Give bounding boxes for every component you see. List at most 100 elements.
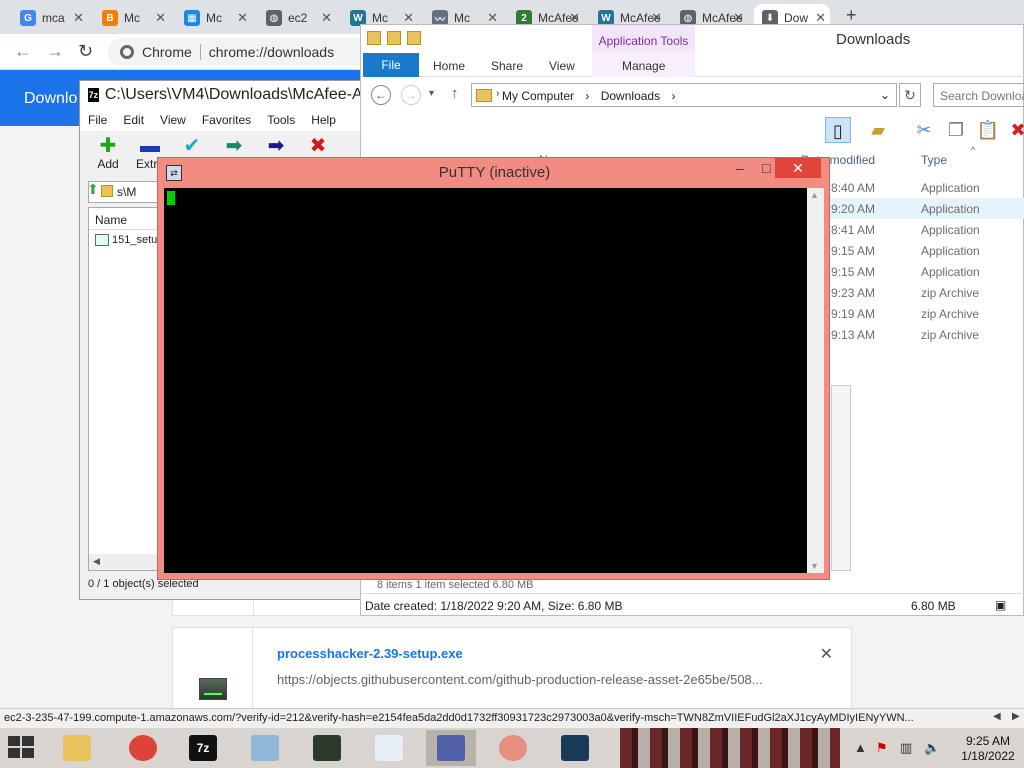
network-icon[interactable]: ▥: [900, 740, 912, 756]
add-button[interactable]: ✚ Add: [88, 135, 128, 171]
delete-icon: ✖: [309, 135, 327, 157]
up-folder-icon[interactable]: ⬆: [87, 181, 99, 198]
7zip-titlebar[interactable]: 7z C:\Users\VM4\Downloads\McAfee-Ar: [80, 81, 368, 109]
up-arrow-icon[interactable]: ↑: [451, 85, 459, 102]
chrome-tab-label: mca: [42, 11, 65, 25]
putty-terminal[interactable]: [164, 188, 807, 573]
chrome-tab[interactable]: ▦ Mc ✕: [176, 4, 252, 32]
taskbar-chrome[interactable]: [118, 730, 168, 766]
details-view-icon[interactable]: ▣: [995, 598, 1006, 612]
maximize-icon[interactable]: □: [762, 160, 770, 176]
explorer-titlebar[interactable]: Application Tools Downloads: [361, 25, 1023, 53]
menu-item[interactable]: Help: [303, 113, 344, 127]
minimize-icon[interactable]: –: [736, 160, 744, 176]
row-type: Application: [921, 265, 980, 279]
menu-item[interactable]: View: [152, 113, 194, 127]
tab-file[interactable]: File: [363, 53, 419, 77]
paste-icon[interactable]: 📋: [975, 117, 1001, 143]
scroll-left-icon[interactable]: ◀: [993, 711, 1001, 722]
properties-icon[interactable]: [367, 31, 381, 45]
taskbar-document[interactable]: [364, 730, 414, 766]
download-filename-link[interactable]: processhacker-2.39-setup.exe: [277, 646, 463, 661]
row-type: Application: [921, 223, 980, 237]
show-hidden-icons-icon[interactable]: ▲: [854, 740, 867, 755]
taskbar-virtualbox[interactable]: [550, 730, 600, 766]
clock[interactable]: 9:25 AM 1/18/2022: [958, 734, 1018, 764]
process-hacker-icon: [199, 678, 227, 700]
putty-titlebar[interactable]: ⇄ PuTTY (inactive) – □ ✕: [158, 158, 829, 188]
toolbar-label: Add: [97, 157, 119, 171]
taskbar-chromium[interactable]: [488, 730, 538, 766]
reload-icon[interactable]: ↻: [78, 41, 93, 62]
move-icon: ➡: [267, 135, 285, 157]
address-dropdown-icon[interactable]: ⌄: [880, 88, 890, 102]
explorer-scroll-fragment: [831, 385, 851, 571]
taskbar-notepad[interactable]: [240, 730, 290, 766]
putty-window: ⇄ PuTTY (inactive) – □ ✕ ▲ ▼: [157, 157, 830, 580]
volume-icon[interactable]: 🔈: [924, 740, 940, 756]
taskbar-putty[interactable]: [426, 730, 476, 766]
new-folder-icon[interactable]: [387, 31, 401, 45]
chrome-tab[interactable]: ◍ ec2 ✕: [258, 4, 336, 32]
column-type[interactable]: Type: [921, 153, 947, 167]
omnibox-site-label: Chrome: [142, 44, 192, 60]
recent-locations-icon[interactable]: ▾: [429, 88, 434, 99]
tab-view[interactable]: View: [549, 59, 575, 73]
row-type: Application: [921, 244, 980, 258]
link-status-bar: ec2-3-235-47-199.compute-1.amazonaws.com…: [0, 708, 1024, 728]
close-icon[interactable]: ✕: [775, 158, 821, 178]
copy-button[interactable]: ➡: [214, 135, 254, 157]
taskbar-file-explorer[interactable]: [52, 730, 102, 766]
start-button[interactable]: [8, 736, 36, 760]
putty-icon: [437, 735, 465, 761]
taskbar-process-hacker[interactable]: [302, 730, 352, 766]
refresh-icon[interactable]: ↻: [899, 83, 921, 107]
delete-button[interactable]: ✖: [298, 135, 338, 157]
menu-item[interactable]: Tools: [259, 113, 303, 127]
close-tab-icon[interactable]: ✕: [155, 10, 166, 26]
scroll-down-icon[interactable]: ▼: [810, 561, 819, 571]
putty-scrollbar[interactable]: ▲ ▼: [807, 188, 824, 573]
cut-icon[interactable]: ✂: [911, 117, 937, 143]
delete-icon[interactable]: ✖: [1005, 117, 1024, 143]
tab-home[interactable]: Home: [433, 59, 465, 73]
chrome-tab[interactable]: B Mc ✕: [94, 4, 170, 32]
folder-icon: [101, 185, 113, 197]
explorer-address-bar[interactable]: › My Computer › Downloads › ⌄: [471, 83, 897, 107]
copy-icon[interactable]: ❐: [943, 117, 969, 143]
terminal-cursor: [167, 191, 175, 205]
move-button[interactable]: ➡: [256, 135, 296, 157]
forward-icon[interactable]: →: [401, 85, 421, 105]
tab-manage[interactable]: Manage: [622, 59, 665, 73]
new-tab-button[interactable]: +: [846, 5, 857, 26]
dismiss-download-button[interactable]: ✕: [820, 644, 833, 664]
search-input[interactable]: Search Downloads: [933, 83, 1024, 107]
back-icon[interactable]: ←: [14, 41, 32, 62]
file-explorer-icon: [63, 735, 91, 761]
scroll-up-icon[interactable]: ▲: [810, 190, 819, 200]
scroll-right-icon[interactable]: ▶: [1012, 711, 1020, 722]
taskbar-7zip[interactable]: 7z: [178, 730, 228, 766]
preview-pane-icon[interactable]: ▯: [825, 117, 851, 143]
menu-item[interactable]: Favorites: [194, 113, 259, 127]
folder-options-icon[interactable]: ▰: [865, 117, 891, 143]
action-center-icon[interactable]: ⚑: [876, 740, 888, 756]
scroll-left-icon[interactable]: ◀: [93, 556, 100, 567]
tab-share[interactable]: Share: [491, 59, 523, 73]
chrome-tab[interactable]: Gmca ✕: [12, 4, 88, 32]
close-tab-icon[interactable]: ✕: [73, 10, 84, 26]
breadcrumb-my-computer[interactable]: My Computer: [502, 89, 574, 103]
back-icon[interactable]: ←: [371, 85, 391, 105]
explorer-title: Downloads: [836, 31, 911, 48]
menu-item[interactable]: File: [80, 113, 115, 127]
forward-icon[interactable]: →: [46, 41, 64, 62]
breadcrumb-chevron-icon[interactable]: ›: [585, 89, 589, 103]
close-tab-icon[interactable]: ✕: [237, 10, 248, 26]
breadcrumb-chevron-icon[interactable]: ›: [496, 88, 499, 99]
close-tab-icon[interactable]: ✕: [321, 10, 332, 26]
breadcrumb-chevron-icon[interactable]: ›: [671, 89, 675, 103]
menu-item[interactable]: Edit: [115, 113, 152, 127]
test-button[interactable]: ✔: [172, 135, 212, 157]
breadcrumb-downloads[interactable]: Downloads: [601, 89, 660, 103]
folder-icon[interactable]: [407, 31, 421, 45]
